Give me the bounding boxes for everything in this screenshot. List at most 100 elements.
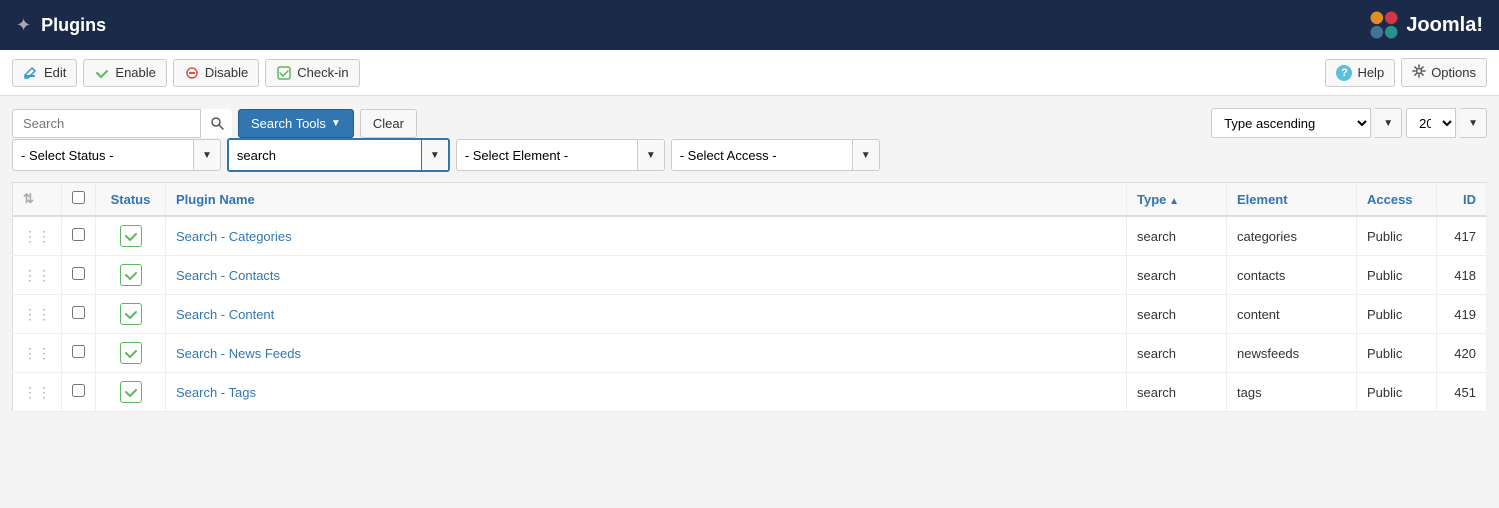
col-id-header[interactable]: ID bbox=[1437, 183, 1487, 217]
row-checkbox[interactable] bbox=[72, 384, 85, 397]
access-filter-arrow[interactable]: ▼ bbox=[852, 140, 879, 170]
element-value: categories bbox=[1237, 229, 1297, 244]
search-tools-label: Search Tools bbox=[251, 116, 326, 131]
status-toggle[interactable] bbox=[120, 264, 142, 286]
access-cell: Public bbox=[1357, 295, 1437, 334]
help-label: Help bbox=[1357, 65, 1384, 80]
access-filter-wrap: - Select Access - ▼ bbox=[671, 139, 880, 171]
plugin-link[interactable]: Search - Tags bbox=[176, 385, 256, 400]
check-cell bbox=[62, 216, 96, 256]
element-filter-arrow[interactable]: ▼ bbox=[637, 140, 664, 170]
status-toggle[interactable] bbox=[120, 381, 142, 403]
col-type-header[interactable]: Type bbox=[1127, 183, 1227, 217]
chevron-down-icon: ▼ bbox=[1383, 118, 1393, 129]
element-cell: contacts bbox=[1227, 256, 1357, 295]
drag-cell: ⋮⋮ bbox=[13, 295, 62, 334]
col-status-header[interactable]: Status bbox=[96, 183, 166, 217]
sort-select[interactable]: Type ascending bbox=[1211, 108, 1371, 138]
type-cell: search bbox=[1127, 334, 1227, 373]
access-value: Public bbox=[1367, 385, 1402, 400]
drag-cell: ⋮⋮ bbox=[13, 373, 62, 412]
status-filter-wrap: - Select Status - ▼ bbox=[12, 139, 221, 171]
drag-handle-icon[interactable]: ⋮⋮ bbox=[23, 384, 51, 400]
select-all-checkbox[interactable] bbox=[72, 191, 85, 204]
type-cell: search bbox=[1127, 373, 1227, 412]
search-input-wrap bbox=[12, 109, 232, 138]
access-value: Public bbox=[1367, 229, 1402, 244]
table-wrap: ⇅ Status Plugin Name Type Element bbox=[0, 182, 1499, 424]
search-input[interactable] bbox=[12, 109, 232, 138]
check-cell bbox=[62, 334, 96, 373]
id-value: 419 bbox=[1454, 307, 1476, 322]
plugin-link[interactable]: Search - Content bbox=[176, 307, 274, 322]
joomla-logo-icon bbox=[1366, 7, 1402, 43]
search-tools-button[interactable]: Search Tools ▼ bbox=[238, 109, 354, 138]
checkin-button[interactable]: Check-in bbox=[265, 59, 359, 87]
table-row: ⋮⋮ Search - News Feeds search newsfeeds … bbox=[13, 334, 1487, 373]
col-element-header[interactable]: Element bbox=[1227, 183, 1357, 217]
disable-label: Disable bbox=[205, 65, 248, 80]
access-cell: Public bbox=[1357, 256, 1437, 295]
search-type-filter[interactable] bbox=[229, 140, 421, 170]
status-cell bbox=[96, 295, 166, 334]
type-value: search bbox=[1137, 385, 1176, 400]
row-checkbox[interactable] bbox=[72, 267, 85, 280]
id-value: 418 bbox=[1454, 268, 1476, 283]
enable-label: Enable bbox=[115, 65, 155, 80]
plugins-table: ⇅ Status Plugin Name Type Element bbox=[12, 182, 1487, 412]
table-body: ⋮⋮ Search - Categories search categories… bbox=[13, 216, 1487, 412]
row-checkbox[interactable] bbox=[72, 345, 85, 358]
row-checkbox[interactable] bbox=[72, 306, 85, 319]
disable-button[interactable]: Disable bbox=[173, 59, 259, 87]
clear-button[interactable]: Clear bbox=[360, 109, 417, 138]
type-cell: search bbox=[1127, 256, 1227, 295]
col-sort-header[interactable]: ⇅ bbox=[13, 183, 62, 217]
status-toggle[interactable] bbox=[120, 342, 142, 364]
edit-button[interactable]: Edit bbox=[12, 59, 77, 87]
col-name-header[interactable]: Plugin Name bbox=[166, 183, 1127, 217]
drag-handle-icon[interactable]: ⋮⋮ bbox=[23, 228, 51, 244]
name-cell: Search - Contacts bbox=[166, 256, 1127, 295]
plugin-link[interactable]: Search - Categories bbox=[176, 229, 292, 244]
options-label: Options bbox=[1431, 65, 1476, 80]
enable-button[interactable]: Enable bbox=[83, 59, 166, 87]
status-toggle[interactable] bbox=[120, 303, 142, 325]
col-access-header[interactable]: Access bbox=[1357, 183, 1437, 217]
drag-cell: ⋮⋮ bbox=[13, 216, 62, 256]
row-checkbox[interactable] bbox=[72, 228, 85, 241]
search-type-filter-arrow[interactable]: ▼ bbox=[421, 140, 448, 170]
access-value: Public bbox=[1367, 307, 1402, 322]
chevron-down-icon-6: ▼ bbox=[861, 150, 871, 161]
drag-handle-icon[interactable]: ⋮⋮ bbox=[23, 306, 51, 322]
name-cell: Search - Content bbox=[166, 295, 1127, 334]
access-filter[interactable]: - Select Access - bbox=[672, 140, 852, 170]
id-value: 420 bbox=[1454, 346, 1476, 361]
check-cell bbox=[62, 373, 96, 412]
type-cell: search bbox=[1127, 295, 1227, 334]
status-toggle[interactable] bbox=[120, 225, 142, 247]
status-filter-arrow[interactable]: ▼ bbox=[193, 140, 220, 170]
id-cell: 419 bbox=[1437, 295, 1487, 334]
element-cell: categories bbox=[1227, 216, 1357, 256]
id-cell: 420 bbox=[1437, 334, 1487, 373]
drag-handle-icon[interactable]: ⋮⋮ bbox=[23, 345, 51, 361]
type-value: search bbox=[1137, 346, 1176, 361]
sort-select-arrow[interactable]: ▼ bbox=[1375, 108, 1402, 138]
table-row: ⋮⋮ Search - Content search content Publi… bbox=[13, 295, 1487, 334]
count-select[interactable]: 20 bbox=[1406, 108, 1456, 138]
type-value: search bbox=[1137, 268, 1176, 283]
drag-handle-icon[interactable]: ⋮⋮ bbox=[23, 267, 51, 283]
help-button[interactable]: ? Help bbox=[1325, 59, 1395, 87]
check-cell bbox=[62, 295, 96, 334]
plugin-link[interactable]: Search - News Feeds bbox=[176, 346, 301, 361]
col-check-header[interactable] bbox=[62, 183, 96, 217]
chevron-down-icon-3: ▼ bbox=[202, 150, 212, 161]
count-select-arrow[interactable]: ▼ bbox=[1460, 108, 1487, 138]
element-filter[interactable]: - Select Element - bbox=[457, 140, 637, 170]
options-button[interactable]: Options bbox=[1401, 58, 1487, 87]
plugin-link[interactable]: Search - Contacts bbox=[176, 268, 280, 283]
search-submit-button[interactable] bbox=[200, 109, 232, 138]
check-cell bbox=[62, 256, 96, 295]
id-cell: 418 bbox=[1437, 256, 1487, 295]
status-filter[interactable]: - Select Status - bbox=[13, 140, 193, 170]
